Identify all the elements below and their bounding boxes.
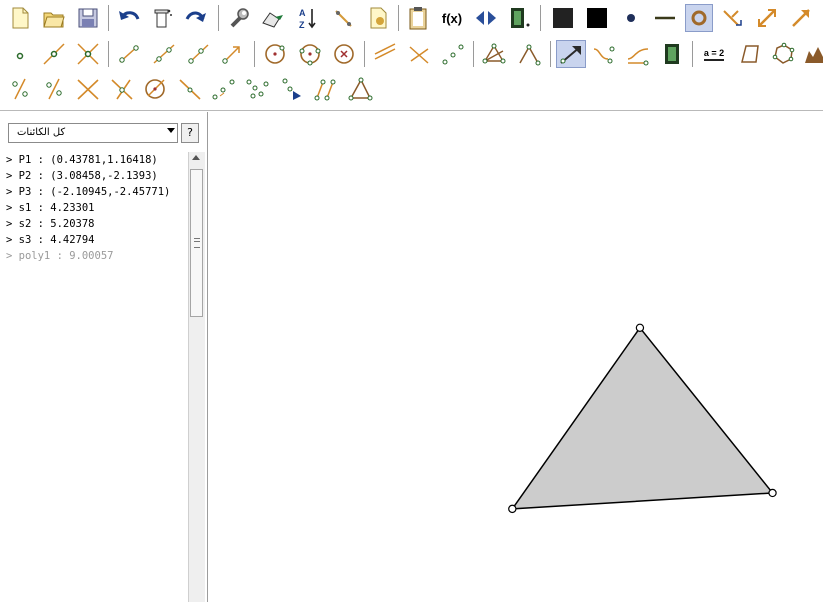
move-tool-icon[interactable] bbox=[556, 40, 586, 68]
dilate-icon[interactable] bbox=[108, 75, 136, 103]
delete-icon[interactable] bbox=[148, 4, 176, 32]
toolbar-separator bbox=[364, 41, 365, 67]
svg-text:Z: Z bbox=[299, 20, 305, 30]
graphics-view[interactable] bbox=[209, 112, 823, 602]
toolbar-separator bbox=[398, 5, 399, 31]
slider-film-icon[interactable] bbox=[658, 40, 686, 68]
sequence-icon[interactable] bbox=[210, 75, 238, 103]
equation-icon[interactable]: a = 2 bbox=[698, 40, 730, 68]
graph-icon[interactable] bbox=[278, 75, 306, 103]
toolbar-separator bbox=[254, 41, 255, 67]
circle-three-point-icon[interactable] bbox=[296, 40, 324, 68]
line-dash-icon[interactable] bbox=[651, 4, 679, 32]
film-icon[interactable] bbox=[505, 4, 533, 32]
perpendicular-icon[interactable] bbox=[371, 40, 399, 68]
brush-icon[interactable] bbox=[802, 40, 823, 68]
circle-center-icon[interactable] bbox=[261, 40, 289, 68]
vector-icon[interactable] bbox=[787, 4, 815, 32]
chevron-down-icon[interactable] bbox=[167, 128, 175, 133]
point-icon[interactable] bbox=[6, 40, 34, 68]
reflect-line-icon[interactable] bbox=[6, 75, 34, 103]
point-p2[interactable] bbox=[768, 488, 777, 498]
algebra-view: كل الكائنات ? > P1 : (0.43781,1.16418) >… bbox=[0, 112, 208, 602]
rotate-icon[interactable] bbox=[74, 75, 102, 103]
ray-icon[interactable] bbox=[184, 40, 212, 68]
toolbar-separator bbox=[692, 41, 693, 67]
black-square-icon[interactable] bbox=[549, 4, 577, 32]
help-button[interactable]: ? bbox=[181, 123, 199, 143]
vector-tool-icon[interactable] bbox=[218, 40, 246, 68]
scroll-up-arrow-icon[interactable] bbox=[192, 155, 200, 160]
function-fx-icon[interactable]: f(x) bbox=[438, 4, 466, 32]
polyline-icon[interactable] bbox=[770, 40, 798, 68]
locus-icon[interactable] bbox=[624, 40, 652, 68]
curve-icon[interactable] bbox=[590, 40, 618, 68]
grip-icon bbox=[194, 238, 200, 248]
toolbar-separator bbox=[108, 5, 109, 31]
object-row-auxiliary[interactable]: > poly1 : 9.00057 bbox=[6, 248, 188, 264]
circle-radius-icon[interactable] bbox=[330, 40, 358, 68]
polygon-icon[interactable] bbox=[480, 40, 508, 68]
intersection-icon[interactable] bbox=[74, 40, 102, 68]
regular-polygon-icon[interactable] bbox=[736, 40, 764, 68]
toolbar-row-1: AZ f(x) bbox=[0, 2, 823, 36]
slide-arrows-icon[interactable] bbox=[472, 4, 500, 32]
undo-icon[interactable] bbox=[115, 4, 143, 32]
circle-arc-icon[interactable] bbox=[141, 75, 169, 103]
line-icon[interactable] bbox=[150, 40, 178, 68]
toolbar-separator bbox=[550, 41, 551, 67]
polygon-poly1[interactable] bbox=[510, 326, 775, 510]
open-file-icon[interactable] bbox=[40, 4, 68, 32]
reflect-point-icon[interactable] bbox=[40, 75, 68, 103]
new-file-icon[interactable] bbox=[6, 4, 34, 32]
tangent-icon[interactable] bbox=[176, 75, 204, 103]
object-row[interactable]: > s2 : 5.20378 bbox=[6, 216, 188, 232]
locus-points-icon[interactable] bbox=[244, 75, 272, 103]
filled-square-icon[interactable] bbox=[583, 4, 611, 32]
toolbar-separator bbox=[473, 41, 474, 67]
object-type-select[interactable]: كل الكائنات bbox=[8, 123, 178, 143]
scrollbar-thumb[interactable] bbox=[190, 169, 203, 317]
object-row[interactable]: > s3 : 4.42794 bbox=[6, 232, 188, 248]
triangle-icon[interactable] bbox=[346, 75, 374, 103]
object-row[interactable]: > P2 : (3.08458,-2.1393) bbox=[6, 168, 188, 184]
object-type-select-value: كل الكائنات bbox=[17, 127, 66, 138]
sort-az-icon[interactable]: AZ bbox=[294, 4, 322, 32]
toolbar-separator bbox=[540, 5, 541, 31]
angle-icon[interactable] bbox=[515, 40, 543, 68]
vertical-scrollbar[interactable] bbox=[188, 152, 205, 602]
fx-label: f(x) bbox=[441, 10, 463, 26]
record-icon[interactable] bbox=[330, 4, 358, 32]
toolbar-row-2: a = 2 bbox=[0, 38, 823, 72]
object-row[interactable]: > P1 : (0.43781,1.16418) bbox=[6, 152, 188, 168]
point-p3[interactable] bbox=[508, 504, 517, 514]
parallel-icon[interactable] bbox=[405, 40, 433, 68]
export-icon[interactable] bbox=[364, 4, 392, 32]
point-p1[interactable] bbox=[635, 323, 645, 332]
redo-icon[interactable] bbox=[182, 4, 210, 32]
arrow-diagonal-icon[interactable] bbox=[753, 4, 781, 32]
graphics-canvas[interactable] bbox=[209, 112, 823, 602]
svg-text:A: A bbox=[299, 8, 306, 18]
circle-toggle-icon[interactable] bbox=[685, 4, 713, 32]
toolbar-separator bbox=[108, 41, 109, 67]
point-dot-icon[interactable] bbox=[617, 4, 645, 32]
clipboard-icon[interactable] bbox=[404, 4, 432, 32]
point-on-line-icon[interactable] bbox=[40, 40, 68, 68]
grip-line bbox=[194, 241, 200, 242]
equation-label: a = 2 bbox=[703, 48, 725, 61]
toolbar: AZ f(x) a = 2 bbox=[0, 0, 823, 111]
copy-style-icon[interactable] bbox=[258, 4, 286, 32]
intersect-arrows-icon[interactable] bbox=[719, 4, 747, 32]
midpoint-icon[interactable] bbox=[439, 40, 467, 68]
save-icon[interactable] bbox=[74, 4, 102, 32]
toolbar-row-3 bbox=[0, 74, 823, 108]
conic-icon[interactable] bbox=[312, 75, 340, 103]
toolbar-separator bbox=[218, 5, 219, 31]
object-row[interactable]: > P3 : (-2.10945,-2.45771) bbox=[6, 184, 188, 200]
segment-icon[interactable] bbox=[115, 40, 143, 68]
properties-wrench-icon[interactable] bbox=[225, 4, 253, 32]
object-row[interactable]: > s1 : 4.23301 bbox=[6, 200, 188, 216]
object-list: > P1 : (0.43781,1.16418) > P2 : (3.08458… bbox=[6, 152, 188, 264]
